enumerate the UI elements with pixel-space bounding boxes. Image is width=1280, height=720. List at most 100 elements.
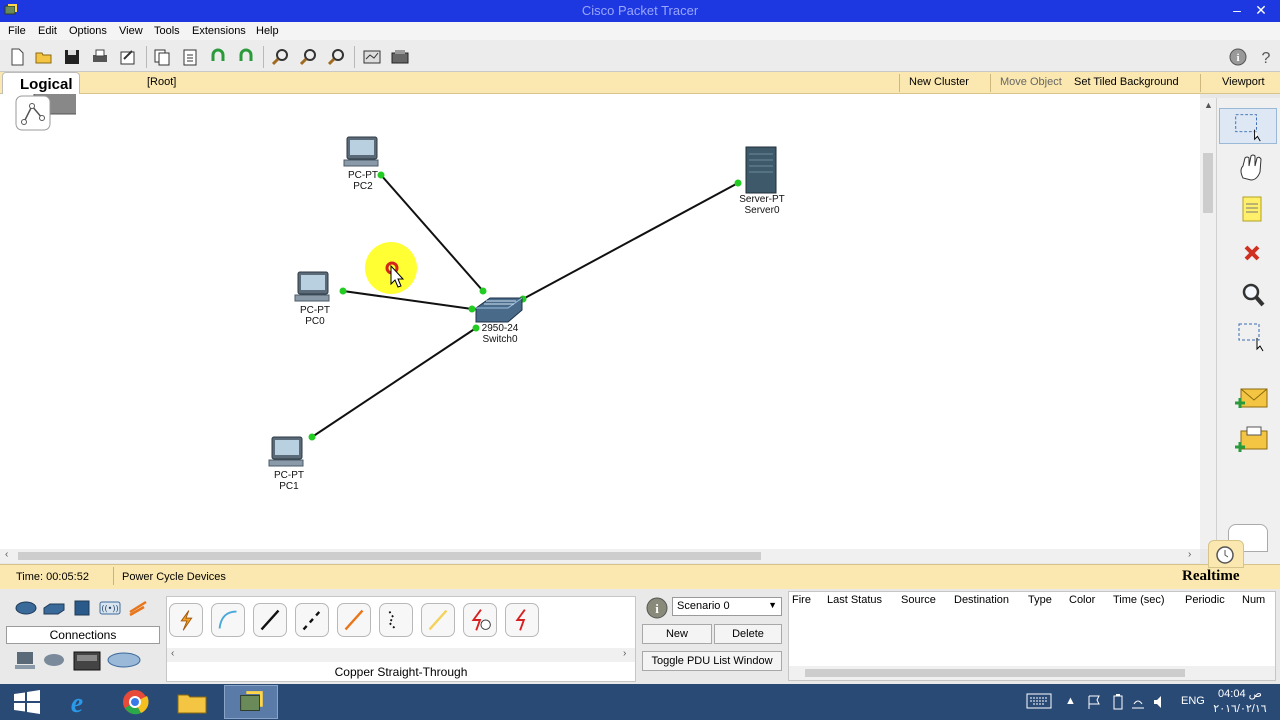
connections-scrollbar[interactable]: ‹ › — [167, 648, 635, 662]
battery-icon[interactable] — [1111, 694, 1125, 710]
switches-category-icon[interactable] — [42, 598, 66, 618]
menu-extensions[interactable]: Extensions — [192, 25, 246, 37]
connections-category-icon[interactable] — [126, 598, 150, 618]
input-language[interactable]: ENG — [1181, 695, 1205, 707]
realtime-tab[interactable] — [1208, 540, 1244, 568]
hubs-category-icon[interactable] — [70, 598, 94, 618]
pc1-device-icon[interactable] — [268, 436, 304, 467]
move-object-button[interactable]: Move Object — [1000, 76, 1062, 88]
auto-connection-icon[interactable] — [169, 603, 203, 637]
scenario-info-icon[interactable]: i — [646, 597, 668, 619]
scroll-right-arrow-icon[interactable]: › — [1188, 549, 1191, 560]
pdu-col-color[interactable]: Color — [1069, 594, 1095, 606]
zoom-out-icon[interactable] — [326, 47, 346, 67]
minimize-button[interactable]: – — [1226, 0, 1248, 20]
copper-straight-through-icon[interactable] — [253, 603, 287, 637]
open-folder-icon[interactable] — [34, 47, 54, 67]
pc0-device-icon[interactable] — [294, 271, 330, 302]
power-cycle-devices-button[interactable]: Power Cycle Devices — [122, 571, 226, 583]
chrome-icon[interactable] — [108, 685, 162, 719]
pdu-list-scrollbar[interactable] — [789, 666, 1275, 680]
server0-device-icon[interactable] — [745, 146, 777, 194]
vertical-scroll-thumb[interactable] — [1203, 153, 1213, 213]
add-complex-pdu-icon[interactable] — [1231, 425, 1271, 457]
security-category-icon[interactable] — [42, 650, 66, 670]
save-icon[interactable] — [62, 47, 82, 67]
pdu-col-destination[interactable]: Destination — [954, 594, 1009, 606]
select-tool-icon[interactable] — [1219, 108, 1277, 144]
scenario-select[interactable]: Scenario 0 ▼ — [672, 597, 782, 616]
pdu-col-time[interactable]: Time (sec) — [1113, 594, 1165, 606]
pdu-col-type[interactable]: Type — [1028, 594, 1052, 606]
zoom-reset-icon[interactable] — [298, 47, 318, 67]
zoom-in-icon[interactable] — [270, 47, 290, 67]
conn-scroll-left-icon[interactable]: ‹ — [171, 648, 174, 659]
paste-icon[interactable] — [180, 47, 200, 67]
delete-scenario-button[interactable]: Delete — [714, 624, 782, 644]
start-button-windows-icon[interactable] — [0, 685, 54, 719]
scroll-left-arrow-icon[interactable]: ‹ — [5, 549, 8, 560]
menu-options[interactable]: Options — [69, 25, 107, 37]
info-icon[interactable]: i — [1228, 47, 1248, 67]
redo-icon[interactable] — [236, 47, 256, 67]
custom-devices-category-icon[interactable] — [106, 650, 142, 670]
end-devices-category-icon[interactable] — [14, 650, 38, 670]
copy-icon[interactable] — [152, 47, 172, 67]
activity-wizard-icon[interactable] — [118, 47, 138, 67]
print-icon[interactable] — [90, 47, 110, 67]
coaxial-cable-icon[interactable] — [421, 603, 455, 637]
help-icon[interactable]: ? — [1256, 47, 1276, 67]
toggle-pdu-list-button[interactable]: Toggle PDU List Window — [642, 651, 782, 671]
phone-cable-icon[interactable] — [379, 603, 413, 637]
new-cluster-button[interactable]: New Cluster — [909, 76, 969, 88]
delete-icon[interactable] — [1231, 237, 1271, 269]
resize-shape-icon[interactable] — [1231, 320, 1271, 352]
menu-view[interactable]: View — [119, 25, 143, 37]
show-hidden-icons-icon[interactable]: ▲ — [1065, 695, 1076, 707]
new-scenario-button[interactable]: New — [642, 624, 712, 644]
realtime-mode-label[interactable]: Realtime — [1182, 568, 1239, 585]
menu-edit[interactable]: Edit — [38, 25, 57, 37]
menu-tools[interactable]: Tools — [154, 25, 180, 37]
place-note-icon[interactable] — [1231, 194, 1271, 226]
volume-icon[interactable] — [1152, 694, 1168, 710]
scroll-up-arrow-icon[interactable]: ▲ — [1204, 100, 1213, 110]
copper-cross-over-icon[interactable] — [295, 603, 329, 637]
pc2-device-icon[interactable] — [343, 136, 379, 167]
packet-tracer-taskbar-icon[interactable] — [224, 685, 278, 719]
pdu-col-source[interactable]: Source — [901, 594, 936, 606]
conn-scroll-right-icon[interactable]: › — [623, 648, 626, 659]
workspace-vertical-scrollbar[interactable]: ▲ — [1200, 98, 1216, 549]
custom-device-icon[interactable] — [390, 47, 410, 67]
pdu-col-periodic[interactable]: Periodic — [1185, 594, 1225, 606]
pdu-col-fire[interactable]: Fire — [792, 594, 811, 606]
wan-emulation-category-icon[interactable] — [72, 648, 102, 674]
action-center-flag-icon[interactable] — [1086, 694, 1102, 710]
console-cable-icon[interactable] — [211, 603, 245, 637]
network-icon[interactable] — [1130, 694, 1146, 710]
wireless-category-icon[interactable]: ((•)) — [98, 598, 122, 618]
palette-icon[interactable] — [362, 47, 382, 67]
move-layout-hand-icon[interactable] — [1231, 152, 1271, 184]
pdu-col-last-status[interactable]: Last Status — [827, 594, 882, 606]
navigation-panel-icon[interactable] — [14, 94, 76, 132]
switch0-device-icon[interactable] — [475, 297, 523, 323]
new-file-icon[interactable] — [7, 47, 27, 67]
set-tiled-background-button[interactable]: Set Tiled Background — [1074, 76, 1179, 88]
keyboard-icon[interactable] — [1026, 693, 1052, 709]
close-button[interactable]: ✕ — [1250, 0, 1272, 20]
serial-dce-icon[interactable] — [463, 603, 497, 637]
add-simple-pdu-icon[interactable] — [1231, 383, 1271, 415]
menu-help[interactable]: Help — [256, 25, 279, 37]
routers-category-icon[interactable] — [14, 598, 38, 618]
file-explorer-icon[interactable] — [166, 685, 220, 719]
internet-explorer-icon[interactable]: e — [50, 685, 104, 719]
root-breadcrumb[interactable]: [Root] — [147, 76, 176, 88]
pdu-scroll-thumb[interactable] — [805, 669, 1185, 677]
undo-icon[interactable] — [208, 47, 228, 67]
serial-dte-icon[interactable] — [505, 603, 539, 637]
viewport-button[interactable]: Viewport — [1222, 76, 1265, 88]
logical-workspace[interactable]: PC-PT PC2 PC-PT PC0 PC-PT PC1 2950-24 Sw… — [0, 94, 1200, 549]
menu-file[interactable]: File — [8, 25, 26, 37]
workspace-horizontal-scrollbar[interactable]: ‹ › — [0, 549, 1200, 563]
